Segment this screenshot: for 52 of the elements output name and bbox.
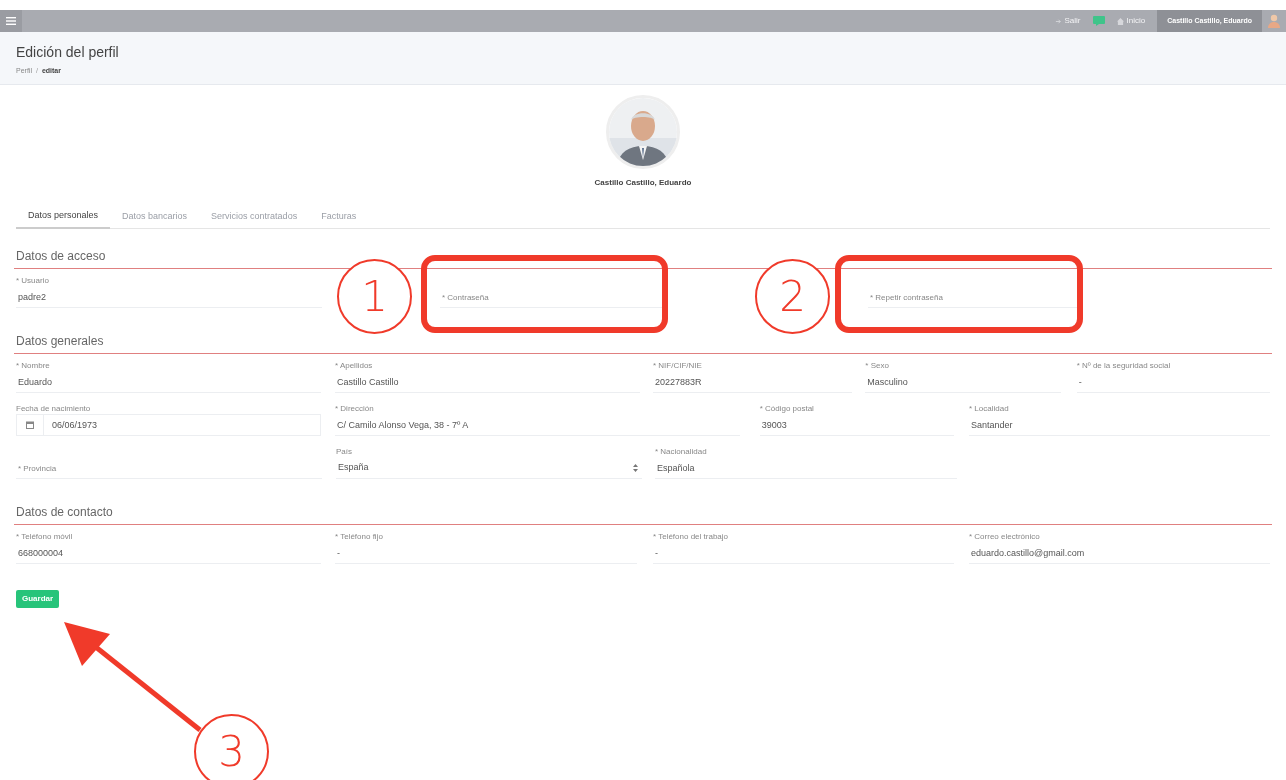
input-field[interactable]: Española (655, 457, 957, 479)
select-field[interactable]: España (336, 460, 633, 475)
field-label: * Apellidos (335, 360, 374, 371)
step-number: 1 (337, 259, 412, 334)
field-label: * Dirección (335, 403, 375, 414)
select-arrows-icon (633, 463, 638, 472)
input-field[interactable]: eduardo.castillo@gmail.com (969, 542, 1270, 564)
input-field[interactable]: Masculino (865, 371, 1061, 393)
menu-icon (6, 17, 16, 25)
input-field[interactable]: - (335, 542, 637, 564)
menu-button[interactable] (0, 10, 22, 32)
tab[interactable]: Datos personales (16, 205, 111, 229)
section-heading: Datos generales (16, 334, 104, 348)
user-avatar-icon[interactable] (1268, 14, 1280, 28)
input-field[interactable]: padre2 (16, 286, 322, 308)
section-heading: Datos de acceso (16, 249, 106, 263)
field-label: * NIF/CIF/NIE (652, 360, 703, 371)
input-field[interactable]: 668000004 (16, 542, 321, 564)
field-label: * Nº de la seguridad social (1076, 360, 1172, 371)
step-number: 3 (194, 714, 269, 780)
field-label: * Usuario (16, 275, 50, 286)
input-field[interactable]: 20227883R (652, 371, 853, 393)
field-label: País (336, 446, 353, 457)
input-field[interactable]: Santander (969, 414, 1270, 436)
date-field[interactable]: 06/06/1973 (44, 414, 321, 436)
profile-name: Castillo Castillo, Eduardo (594, 177, 692, 189)
field-label: * Sexo (865, 360, 890, 371)
field-label: * Nombre (16, 360, 51, 371)
input-field[interactable]: C/ Camilo Alonso Vega, 38 - 7º A (335, 414, 740, 436)
field-label: * Nacionalidad (655, 446, 708, 457)
field-label: * Teléfono del trabajo (653, 531, 729, 542)
page-title: Edición del perfil (16, 43, 120, 62)
field-label: Fecha de nacimiento (16, 403, 92, 414)
input-field[interactable]: Castillo Castillo (335, 371, 640, 393)
input-field[interactable]: - (653, 542, 954, 564)
field-label: * Teléfono fijo (335, 531, 384, 542)
step-number: 2 (755, 259, 830, 334)
field-label: * Código postal (759, 403, 815, 414)
input-field[interactable]: * Repetir contraseña (868, 286, 1080, 308)
exit-icon (1054, 17, 1062, 25)
input-field[interactable]: 39003 (759, 414, 954, 436)
input-field[interactable]: - (1076, 371, 1270, 393)
calendar-icon (26, 421, 34, 429)
field-label: * Localidad (969, 403, 1010, 414)
field-label: * Teléfono móvil (16, 531, 74, 542)
input-field[interactable]: Eduardo (16, 371, 321, 393)
input-field[interactable]: * Provincia (16, 457, 322, 479)
chat-icon[interactable] (1092, 16, 1105, 26)
home-icon (1116, 17, 1124, 25)
input-field[interactable]: * Contraseña (440, 286, 666, 308)
field-label: * Correo electrónico (969, 531, 1041, 542)
section-heading: Datos de contacto (16, 505, 113, 519)
